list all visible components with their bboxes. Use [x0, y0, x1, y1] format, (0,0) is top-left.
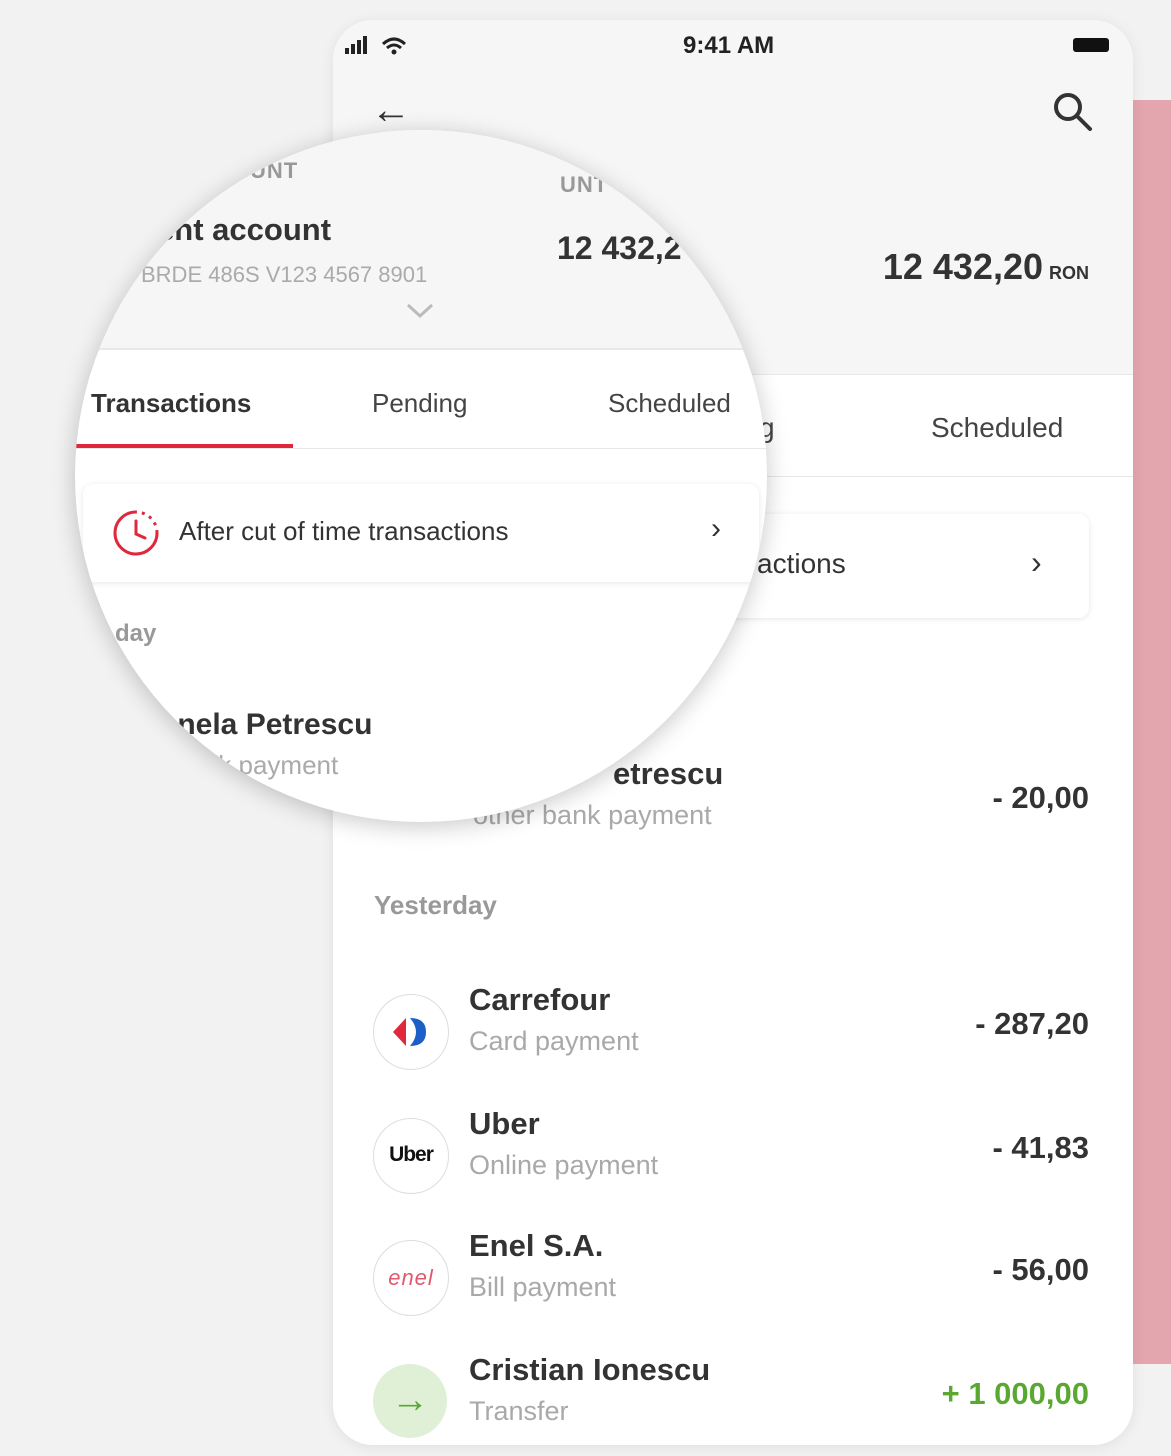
- arrow-right-icon: →: [391, 1379, 429, 1421]
- transaction-amount: - 41,83: [992, 1130, 1089, 1165]
- uber-logo-text: Uber: [389, 1143, 434, 1166]
- magnifier-lens: COUNT UNT rent account BRDE 486S V123 45…: [75, 130, 767, 822]
- transaction-type: Bill payment: [469, 1272, 617, 1302]
- transaction-name: Enel S.A.: [469, 1228, 604, 1263]
- cut-off-label: After cut of time transactions: [179, 516, 509, 546]
- chevron-right-icon: ›: [711, 512, 721, 545]
- balance-value: 12 432,20: [882, 246, 1043, 287]
- transaction-type: Transfer: [469, 1396, 569, 1426]
- back-button[interactable]: ←: [371, 88, 411, 132]
- chevron-down-icon[interactable]: [405, 302, 435, 325]
- account-name[interactable]: rent account: [145, 212, 331, 248]
- section-today: day: [115, 620, 157, 647]
- cut-off-transactions-card[interactable]: After cut of time transactions ›: [83, 484, 759, 582]
- transaction-name: etrescu: [613, 756, 724, 791]
- transaction-row[interactable]: enel Enel S.A. Bill payment - 56,00: [333, 1228, 1133, 1328]
- transaction-name: Cristian Ionescu: [469, 1352, 711, 1387]
- carrefour-logo: [373, 994, 449, 1070]
- transaction-name: Uber: [469, 1106, 540, 1141]
- transaction-type: Online payment: [469, 1150, 659, 1180]
- account-iban: BRDE 486S V123 4567 8901: [141, 262, 428, 287]
- balance-currency: RON: [1049, 263, 1089, 283]
- status-time: 9:41 AM: [683, 32, 775, 59]
- arrow-left-icon: ←: [371, 88, 411, 132]
- transaction-amount: - 56,00: [992, 1252, 1089, 1287]
- tab-pending[interactable]: Pending: [372, 388, 467, 419]
- tab-scheduled[interactable]: Scheduled: [608, 388, 731, 419]
- tabs-bar-magnified: Transactions Pending Scheduled: [75, 350, 767, 449]
- transaction-name: Carrefour: [469, 982, 611, 1017]
- magnified-account-header: COUNT UNT rent account BRDE 486S V123 45…: [75, 130, 767, 350]
- transaction-amount: + 1 000,00: [941, 1376, 1089, 1411]
- transfer-logo: →: [373, 1364, 447, 1438]
- enel-logo: enel: [373, 1240, 449, 1316]
- chevron-right-icon: ›: [1031, 544, 1042, 580]
- search-button[interactable]: [1051, 90, 1095, 139]
- battery-icon: [1073, 38, 1109, 52]
- cut-off-label: actions: [757, 548, 846, 579]
- transaction-name[interactable]: onela Petrescu: [159, 708, 372, 742]
- section-yesterday: Yesterday: [374, 890, 497, 920]
- active-tab-indicator: [75, 444, 293, 448]
- tab-transactions[interactable]: Transactions: [91, 388, 251, 419]
- tab-scheduled[interactable]: Scheduled: [931, 412, 1063, 444]
- enel-logo-text: enel: [388, 1265, 434, 1290]
- search-icon: [1054, 93, 1092, 131]
- transaction-row[interactable]: Carrefour Card payment - 287,20: [333, 982, 1133, 1082]
- signal-wifi-icon: [345, 34, 415, 64]
- transaction-type: r bank payment: [159, 750, 339, 780]
- clock-icon: [111, 508, 161, 563]
- account-section-label: COUNT: [215, 158, 299, 183]
- transaction-type: Card payment: [469, 1026, 639, 1056]
- account-balance: 12 432,20 RON: [853, 246, 1089, 288]
- account-balance-magnified: 12 432,2: [557, 230, 682, 266]
- transaction-row[interactable]: Uber Uber Online payment - 41,83: [333, 1106, 1133, 1206]
- transaction-row[interactable]: → Cristian Ionescu Transfer + 1 000,00: [333, 1352, 1133, 1445]
- account-section-label-right: UNT: [560, 172, 609, 197]
- cut-off-transactions-card[interactable]: actions ›: [723, 514, 1089, 618]
- transaction-amount: - 287,20: [975, 1006, 1089, 1041]
- uber-logo: Uber: [373, 1118, 449, 1194]
- transaction-amount: - 20,00: [992, 780, 1089, 815]
